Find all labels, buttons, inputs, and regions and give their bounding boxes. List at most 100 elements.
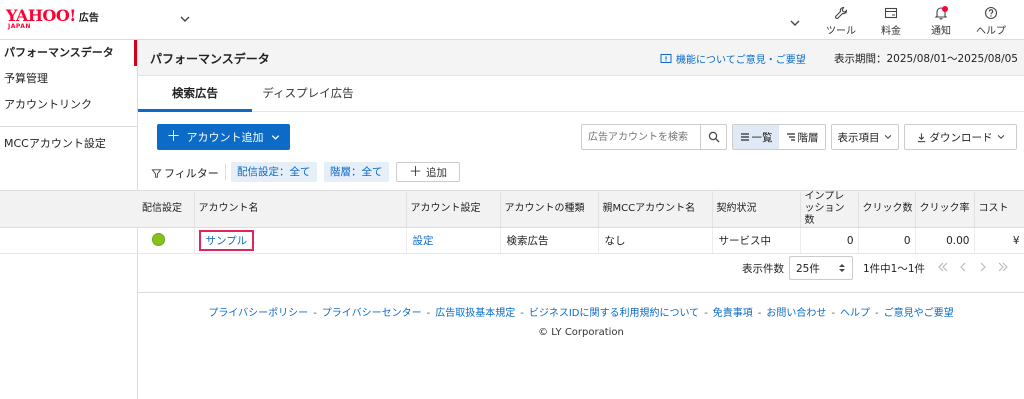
- column-header[interactable]: 配信設定: [0, 190, 195, 228]
- ctr-cell: 0.00: [915, 227, 975, 254]
- tree-view-label: 階層: [797, 131, 819, 144]
- status-active-icon[interactable]: [152, 232, 165, 246]
- search-input[interactable]: [582, 125, 700, 149]
- tools-label: ツール: [826, 26, 856, 37]
- display-period: 表示期間：2025/08/01〜2025/08/05: [833, 53, 1018, 65]
- tab-search-ads[interactable]: 検索広告: [138, 76, 252, 112]
- tab-display-ads[interactable]: ディスプレイ広告: [252, 76, 364, 112]
- column-header[interactable]: 契約状況: [712, 190, 801, 228]
- feedback-icon: [660, 53, 672, 63]
- column-header[interactable]: アカウント名: [194, 190, 407, 228]
- columns-label: 表示項目: [837, 131, 880, 144]
- footer-separator: -: [520, 308, 524, 319]
- prev-page-icon[interactable]: [956, 260, 970, 274]
- up-down-chevron-icon: [839, 264, 845, 272]
- yahoo-ads-logo[interactable]: YAHOO! 広告 JAPAN: [6, 8, 99, 30]
- footer-link-ad-terms[interactable]: 広告取扱基本規定: [435, 308, 515, 319]
- notification-badge: [942, 6, 948, 12]
- tree-view-button[interactable]: 階層: [779, 125, 825, 149]
- footer-link-privacy-center[interactable]: プライバシーセンター: [322, 308, 422, 319]
- footer-link-contact[interactable]: お問い合わせ: [766, 308, 826, 319]
- column-header[interactable]: クリック数: [858, 190, 916, 228]
- column-header[interactable]: 親MCCアカウント名: [598, 190, 713, 228]
- footer-link-business-id-terms[interactable]: ビジネスIDに関する利用規約について: [529, 308, 699, 319]
- header-tools: ツール 料金 通知 ヘルプ: [788, 4, 1016, 37]
- filter-divider: [225, 164, 226, 180]
- footer: プライバシーポリシー - プライバシーセンター - 広告取扱基本規定 - ビジネスIDに関す…: [138, 292, 1024, 399]
- footer-link-help[interactable]: ヘルプ: [840, 308, 870, 319]
- contract-status-cell: サービス中: [712, 227, 801, 254]
- list-view-label: 一覧: [751, 131, 773, 144]
- toolbar: ＋ アカウント追加 一覧 階層 表示項目 ダウンロード: [138, 124, 1024, 150]
- sidebar-item-account-link[interactable]: アカウントリンク: [0, 92, 137, 118]
- list-view-button[interactable]: 一覧: [733, 125, 779, 149]
- logo-ad-text: 広告: [78, 13, 99, 24]
- footer-link-privacy-policy[interactable]: プライバシーポリシー: [208, 308, 308, 319]
- account-settings-link[interactable]: 設定: [413, 235, 434, 247]
- billing-icon: [884, 7, 898, 19]
- filter-chip-hierarchy[interactable]: 階層：全て: [324, 162, 389, 182]
- first-page-icon[interactable]: [936, 260, 950, 274]
- ad-type-tabs: 検索広告 ディスプレイ広告: [138, 76, 1024, 112]
- pagination: 表示件数 25件 1件中1〜1件: [138, 256, 1024, 280]
- header-menu-chevron-icon[interactable]: [788, 16, 802, 30]
- chevron-down-icon: [271, 134, 279, 140]
- account-type-cell: 検索広告: [500, 227, 599, 254]
- parent-mcc-cell: なし: [598, 227, 713, 254]
- add-filter-button[interactable]: ＋ 追加: [396, 162, 460, 182]
- footer-separator: -: [704, 308, 708, 319]
- column-header[interactable]: コスト: [974, 190, 1024, 228]
- result-count: 1件中1〜1件: [863, 263, 926, 275]
- column-header[interactable]: クリック率: [915, 190, 975, 228]
- copyright: © LY Corporation: [538, 327, 624, 338]
- account-name-cell: サンプル: [194, 227, 407, 254]
- download-icon: [917, 132, 925, 142]
- next-page-icon[interactable]: [976, 260, 990, 274]
- search-button[interactable]: [700, 125, 726, 149]
- tools-menu[interactable]: ツール: [816, 4, 866, 37]
- account-settings-cell: 設定: [406, 227, 501, 254]
- table-header-row: 配信設定 アカウント名 アカウント設定 アカウントの種類 親MCCアカウント名 …: [0, 190, 1024, 228]
- account-table: 配信設定 アカウント名 アカウント設定 アカウントの種類 親MCCアカウント名 …: [0, 190, 1024, 254]
- footer-link-feedback[interactable]: ご意見やご要望: [884, 308, 954, 319]
- add-account-button[interactable]: ＋ アカウント追加: [157, 124, 290, 150]
- table-row: サンプル 設定 検索広告 なし サービス中 0 0 0.00 ¥: [0, 227, 1024, 254]
- columns-dropdown[interactable]: 表示項目: [831, 124, 899, 150]
- view-toggle: 一覧 階層: [732, 124, 826, 150]
- page-header: パフォーマンスデータ 機能についてご意見・ご要望 表示期間：2025/08/01…: [138, 40, 1024, 76]
- list-icon: [740, 133, 749, 141]
- last-page-icon[interactable]: [996, 260, 1010, 274]
- per-page-select[interactable]: 25件: [789, 256, 853, 280]
- search-icon: [708, 131, 719, 143]
- page-nav: [936, 260, 1010, 274]
- filter-chip-delivery[interactable]: 配信設定：全て: [231, 162, 317, 182]
- feedback-link[interactable]: 機能についてご意見・ご要望: [660, 51, 806, 66]
- chevron-down-icon: [997, 134, 1004, 140]
- sidebar-item-budget[interactable]: 予算管理: [0, 66, 137, 92]
- sidebar-item-mcc-settings[interactable]: MCCアカウント設定: [0, 131, 137, 157]
- per-page-value: 25件: [796, 262, 820, 275]
- column-header[interactable]: アカウント設定: [406, 190, 501, 228]
- per-page-label: 表示件数: [742, 263, 784, 275]
- footer-separator: -: [757, 308, 762, 319]
- notification-label: 通知: [931, 26, 951, 37]
- add-account-label: アカウント追加: [186, 131, 264, 144]
- billing-menu[interactable]: 料金: [866, 4, 916, 37]
- footer-separator: -: [831, 308, 836, 319]
- column-header[interactable]: インプレッション数: [800, 190, 859, 228]
- footer-separator: -: [426, 308, 431, 319]
- filter-button[interactable]: フィルター: [151, 165, 219, 181]
- footer-link-disclaimer[interactable]: 免責事項: [713, 308, 753, 319]
- account-name-link[interactable]: サンプル: [198, 230, 255, 251]
- column-header[interactable]: アカウントの種類: [500, 190, 599, 228]
- help-menu[interactable]: ヘルプ: [966, 4, 1016, 37]
- download-dropdown[interactable]: ダウンロード: [904, 124, 1017, 150]
- footer-links: プライバシーポリシー - プライバシーセンター - 広告取扱基本規定 - ビジネスIDに関す…: [138, 304, 1024, 319]
- account-selector-chevron-icon[interactable]: [178, 12, 192, 26]
- add-filter-label: 追加: [426, 166, 447, 179]
- feedback-label: 機能についてご意見・ご要望: [676, 55, 806, 66]
- sidebar-item-performance-data[interactable]: パフォーマンスデータ: [0, 40, 137, 66]
- notification-menu[interactable]: 通知: [916, 4, 966, 37]
- page-title: パフォーマンスデータ: [150, 52, 270, 66]
- help-label: ヘルプ: [976, 26, 1006, 37]
